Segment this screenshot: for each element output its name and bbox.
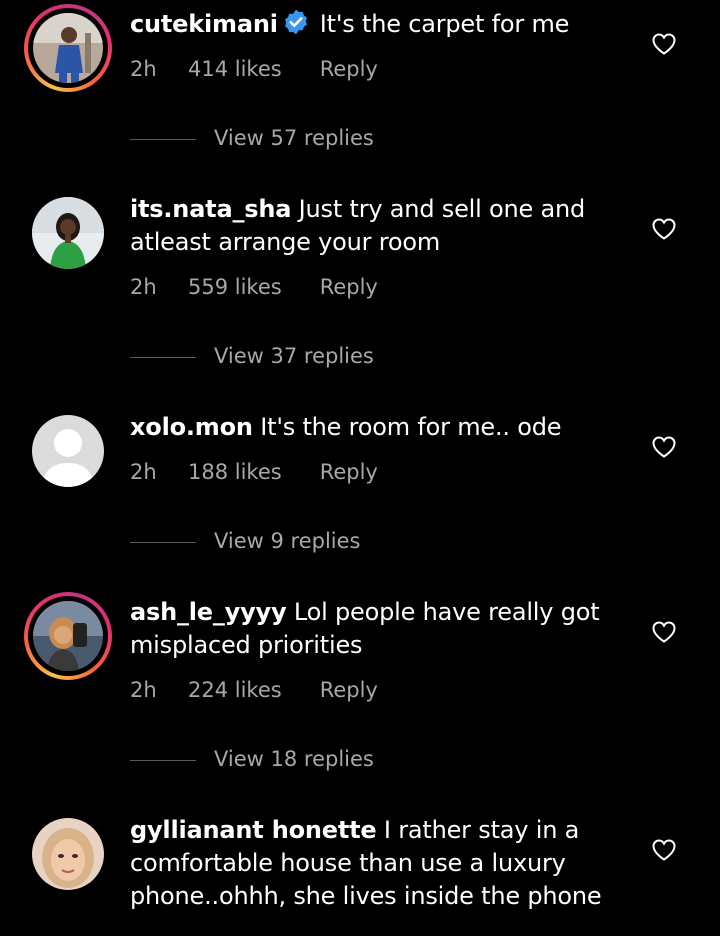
heart-outline-icon[interactable]	[652, 839, 676, 861]
comment-meta: 2h 224 likes Reply	[130, 675, 378, 705]
heart-outline-icon[interactable]	[652, 436, 676, 458]
view-replies-button[interactable]: View 18 replies	[130, 744, 374, 774]
comment-username[interactable]: cutekimani	[130, 10, 278, 38]
reply-button[interactable]: Reply	[320, 272, 378, 302]
avatar[interactable]	[24, 4, 112, 92]
view-replies-label: View 37 replies	[214, 344, 374, 368]
avatar-photo	[32, 818, 104, 890]
likes-count[interactable]: 414 likes	[188, 54, 282, 84]
comment-body: ash_le_yyyy Lol people have really got m…	[130, 596, 630, 662]
divider-line	[130, 759, 196, 761]
heart-outline-icon[interactable]	[652, 621, 676, 643]
default-avatar-icon	[32, 415, 104, 487]
likes-count[interactable]: 224 likes	[188, 675, 282, 705]
comment-body: xolo.mon It's the room for me.. ode	[130, 411, 630, 444]
divider-line	[130, 138, 196, 140]
avatar[interactable]	[32, 818, 104, 890]
view-replies-button[interactable]: View 9 replies	[130, 526, 361, 556]
avatar-photo	[32, 197, 104, 269]
comment-username[interactable]: its.nata_sha	[130, 195, 291, 223]
likes-count[interactable]: 188 likes	[188, 457, 282, 487]
avatar[interactable]	[32, 197, 104, 269]
reply-button[interactable]: Reply	[320, 54, 378, 84]
avatar[interactable]	[32, 415, 104, 487]
view-replies-button[interactable]: View 57 replies	[130, 123, 374, 153]
view-replies-label: View 18 replies	[214, 747, 374, 771]
avatar-photo	[33, 13, 103, 83]
avatar-inner	[32, 197, 104, 269]
comment-time: 2h	[130, 678, 157, 702]
comment-username[interactable]: gyllianant honette	[130, 816, 377, 844]
avatar[interactable]	[24, 592, 112, 680]
comment-body: cutekimani It's the carpet for me	[130, 8, 630, 41]
comment-username[interactable]: ash_le_yyyy	[130, 598, 287, 626]
avatar-inner	[28, 8, 108, 88]
reply-button[interactable]: Reply	[320, 457, 378, 487]
view-replies-label: View 9 replies	[214, 529, 361, 553]
comment-meta: 2h 414 likes Reply	[130, 54, 378, 84]
comment-time: 2h	[130, 275, 157, 299]
comment-body: gyllianant honette I rather stay in a co…	[130, 814, 630, 913]
heart-outline-icon[interactable]	[652, 218, 676, 240]
comment-text: It's the carpet for me	[319, 10, 570, 38]
verified-badge-icon	[284, 9, 307, 35]
comment-username[interactable]: xolo.mon	[130, 413, 253, 441]
comment-text: It's the room for me.. ode	[260, 413, 562, 441]
avatar-inner	[32, 818, 104, 890]
avatar-photo	[33, 601, 103, 671]
comment-meta: 2h 188 likes Reply	[130, 457, 378, 487]
divider-line	[130, 541, 196, 543]
heart-outline-icon[interactable]	[652, 33, 676, 55]
divider-line	[130, 356, 196, 358]
avatar-inner	[32, 415, 104, 487]
reply-button[interactable]: Reply	[320, 675, 378, 705]
likes-count[interactable]: 559 likes	[188, 272, 282, 302]
view-replies-label: View 57 replies	[214, 126, 374, 150]
comment-time: 2h	[130, 57, 157, 81]
comment-time: 2h	[130, 460, 157, 484]
comment-body: its.nata_sha Just try and sell one and a…	[130, 193, 630, 259]
view-replies-button[interactable]: View 37 replies	[130, 341, 374, 371]
avatar-inner	[28, 596, 108, 676]
comment-meta: 2h 559 likes Reply	[130, 272, 378, 302]
